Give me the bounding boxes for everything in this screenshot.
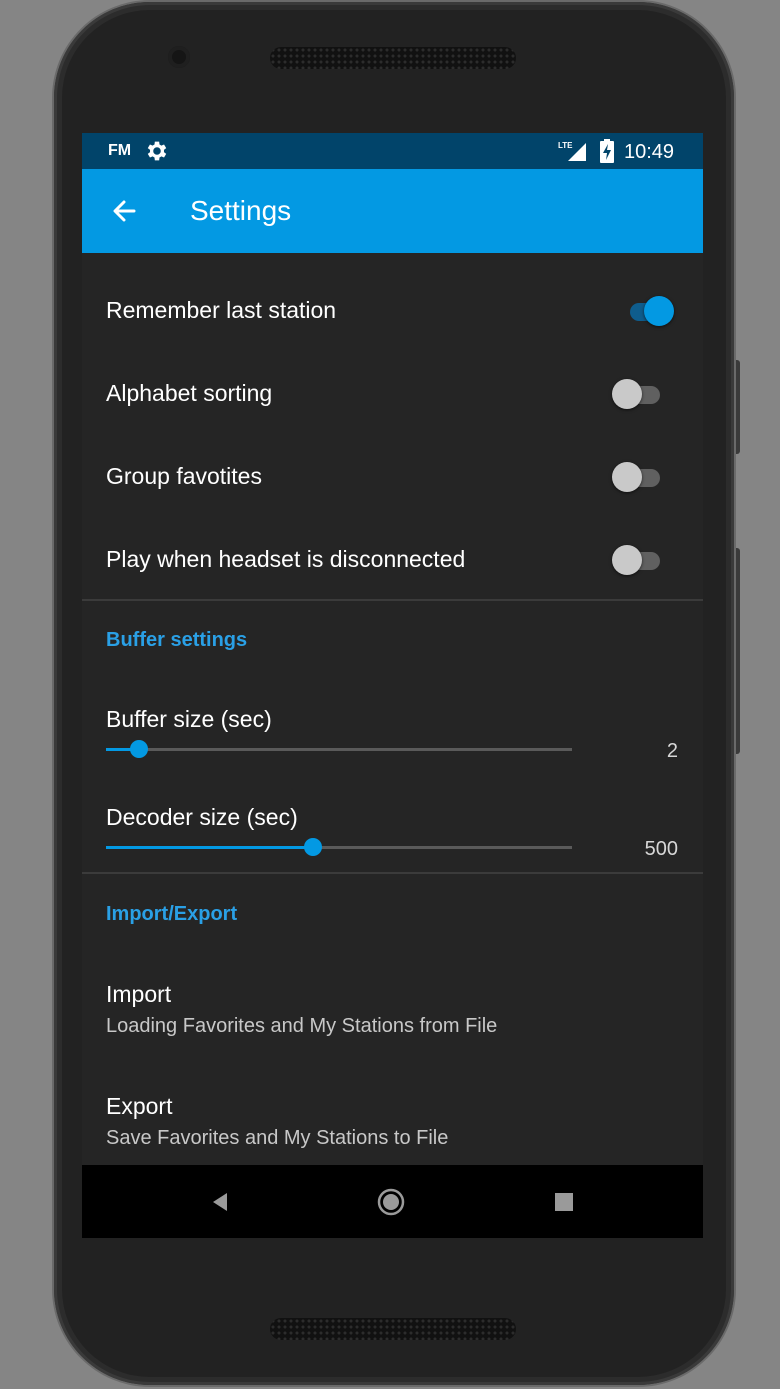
switch-thumb bbox=[612, 379, 642, 409]
status-bar: FM LTE 10:49 bbox=[82, 133, 703, 169]
top-speaker bbox=[270, 47, 516, 69]
battery-charging-icon bbox=[600, 139, 614, 163]
play-when-headset-disconnected-switch[interactable] bbox=[612, 543, 664, 577]
slider-thumb[interactable] bbox=[304, 838, 323, 856]
screen: FM LTE 10:49 Settings Remember last stat… bbox=[82, 133, 703, 1238]
setting-group-favorites[interactable]: Group favotites bbox=[82, 439, 703, 515]
back-arrow-icon[interactable] bbox=[104, 191, 144, 231]
setting-import[interactable]: Import Loading Favorites and My Stations… bbox=[82, 963, 703, 1063]
setting-decoder-size: Decoder size (sec) 500 bbox=[82, 791, 703, 871]
buffer-size-slider[interactable] bbox=[106, 740, 572, 758]
page-title: Settings bbox=[190, 195, 292, 226]
buffer-size-value: 2 bbox=[666, 740, 678, 762]
phone-power-button bbox=[734, 548, 740, 754]
divider bbox=[82, 599, 703, 601]
nav-recents-icon[interactable] bbox=[549, 1187, 579, 1217]
decoder-size-value: 500 bbox=[644, 838, 678, 860]
switch-thumb bbox=[612, 545, 642, 575]
decoder-size-label: Decoder size (sec) bbox=[106, 804, 298, 830]
remember-last-station-switch[interactable] bbox=[622, 294, 674, 328]
switch-thumb bbox=[612, 462, 642, 492]
buffer-size-label: Buffer size (sec) bbox=[106, 706, 272, 732]
setting-label: Group favotites bbox=[106, 463, 262, 489]
export-description: Save Favorites and My Stations to File bbox=[106, 1127, 449, 1149]
import-label: Import bbox=[106, 981, 172, 1007]
switch-thumb bbox=[644, 296, 674, 326]
decoder-size-slider[interactable] bbox=[106, 838, 572, 856]
setting-export[interactable]: Export Save Favorites and My Stations to… bbox=[82, 1075, 703, 1165]
lte-signal-icon: LTE bbox=[558, 141, 586, 161]
clock: 10:49 bbox=[624, 141, 675, 163]
setting-buffer-size: Buffer size (sec) 2 bbox=[82, 693, 703, 773]
nav-home-icon[interactable] bbox=[376, 1187, 406, 1217]
navigation-bar bbox=[82, 1165, 703, 1238]
setting-label: Play when headset is disconnected bbox=[106, 546, 466, 572]
slider-thumb[interactable] bbox=[129, 740, 148, 758]
front-camera bbox=[168, 46, 190, 68]
setting-label: Alphabet sorting bbox=[106, 380, 273, 406]
bottom-speaker bbox=[270, 1318, 516, 1340]
alphabet-sorting-switch[interactable] bbox=[612, 377, 664, 411]
group-favorites-switch[interactable] bbox=[612, 460, 664, 494]
export-label: Export bbox=[106, 1093, 173, 1119]
gear-icon bbox=[147, 141, 167, 161]
setting-remember-last-station[interactable]: Remember last station bbox=[82, 273, 703, 349]
section-header-buffer-settings: Buffer settings bbox=[106, 629, 248, 651]
phone-volume-button bbox=[734, 360, 740, 454]
app-bar: Settings bbox=[82, 169, 703, 253]
section-header-import-export: Import/Export bbox=[106, 903, 238, 925]
setting-label: Remember last station bbox=[106, 297, 337, 323]
nav-back-icon[interactable] bbox=[205, 1187, 235, 1217]
setting-play-when-headset-disconnected[interactable]: Play when headset is disconnected bbox=[82, 522, 703, 598]
slider-fill bbox=[106, 846, 314, 849]
import-description: Loading Favorites and My Stations from F… bbox=[106, 1015, 498, 1037]
fm-indicator: FM bbox=[108, 142, 132, 159]
svg-text:LTE: LTE bbox=[558, 141, 573, 150]
divider bbox=[82, 872, 703, 874]
setting-alphabet-sorting[interactable]: Alphabet sorting bbox=[82, 356, 703, 432]
